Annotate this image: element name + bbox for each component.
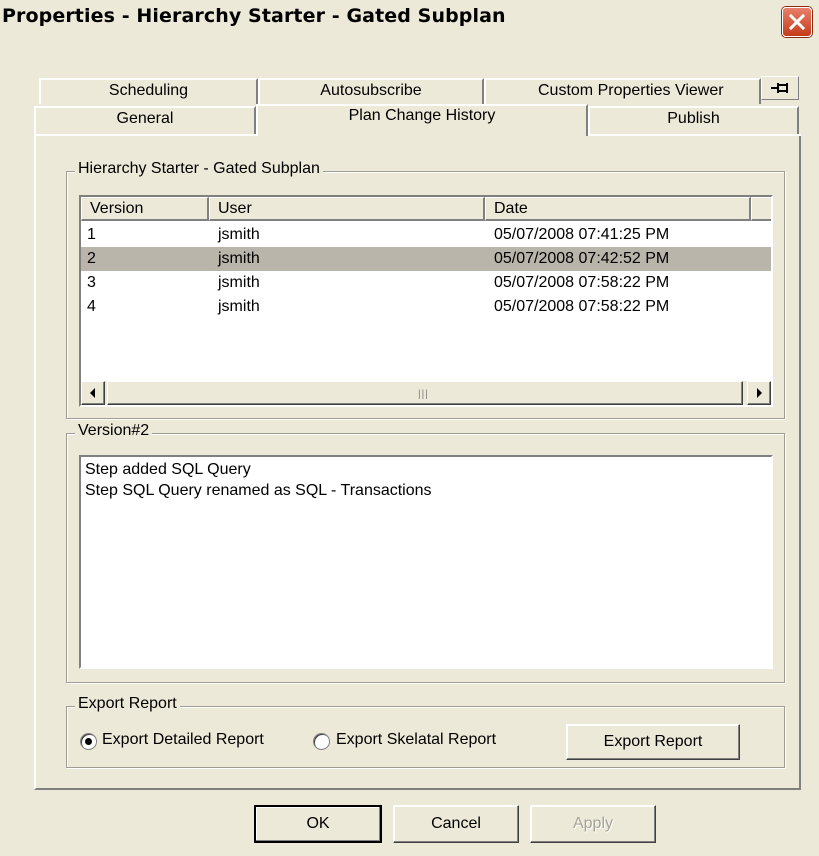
detailed-report-radio[interactable] bbox=[80, 733, 97, 750]
cell-user: jsmith bbox=[218, 250, 260, 267]
close-icon bbox=[788, 13, 806, 31]
tab-general[interactable]: General bbox=[34, 106, 256, 134]
skelatal-report-radio[interactable] bbox=[313, 733, 330, 750]
column-header-version[interactable]: Version bbox=[81, 197, 209, 221]
change-line: Step added SQL Query bbox=[85, 461, 251, 478]
ok-button[interactable]: OK bbox=[254, 805, 382, 843]
export-group-label: Export Report bbox=[75, 695, 180, 713]
version-list[interactable]: Version User Date 1 jsmith 05/07/2008 07… bbox=[79, 195, 773, 407]
tab-label: Plan Change History bbox=[348, 107, 496, 124]
scroll-thumb[interactable]: ||| bbox=[107, 381, 743, 405]
pin-icon bbox=[771, 83, 788, 93]
properties-dialog: Properties - Hierarchy Starter - Gated S… bbox=[0, 0, 819, 856]
column-header-filler bbox=[751, 197, 771, 221]
table-row[interactable]: 3 jsmith 05/07/2008 07:58:22 PM bbox=[81, 271, 771, 295]
pin-button[interactable] bbox=[761, 76, 799, 100]
apply-button[interactable]: Apply bbox=[530, 805, 656, 843]
cell-user: jsmith bbox=[218, 298, 260, 315]
column-header-user[interactable]: User bbox=[209, 197, 485, 221]
tab-label: General bbox=[116, 110, 174, 127]
tab-publish[interactable]: Publish bbox=[588, 106, 799, 134]
tab-label: Publish bbox=[667, 110, 720, 127]
tab-autosubscribe[interactable]: Autosubscribe bbox=[258, 78, 484, 104]
tab-plan-change-history[interactable]: Plan Change History bbox=[256, 104, 588, 136]
cell-date: 05/07/2008 07:58:22 PM bbox=[494, 274, 670, 291]
cell-version: 4 bbox=[87, 298, 96, 315]
close-button[interactable] bbox=[782, 7, 812, 37]
cell-version: 2 bbox=[87, 250, 96, 267]
cell-user: jsmith bbox=[218, 226, 260, 243]
tab-custom-properties-viewer[interactable]: Custom Properties Viewer bbox=[484, 78, 761, 104]
horizontal-scrollbar[interactable]: ||| bbox=[81, 381, 771, 405]
detailed-report-label[interactable]: Export Detailed Report bbox=[102, 731, 264, 749]
cell-version: 1 bbox=[87, 226, 96, 243]
scroll-left-button[interactable] bbox=[81, 381, 105, 405]
change-line: Step SQL Query renamed as SQL - Transact… bbox=[85, 482, 432, 499]
cell-date: 05/07/2008 07:58:22 PM bbox=[494, 298, 670, 315]
tab-scheduling[interactable]: Scheduling bbox=[39, 78, 258, 104]
column-header-date[interactable]: Date bbox=[485, 197, 751, 221]
scroll-right-button[interactable] bbox=[747, 381, 771, 405]
change-details-text[interactable]: Step added SQL Query Step SQL Query rena… bbox=[79, 455, 773, 669]
history-group-label: Hierarchy Starter - Gated Subplan bbox=[75, 160, 323, 178]
tab-label: Autosubscribe bbox=[320, 82, 422, 99]
tab-label: Custom Properties Viewer bbox=[538, 82, 724, 99]
version-group-label: Version#2 bbox=[75, 422, 153, 440]
scroll-left-icon bbox=[90, 388, 95, 398]
skelatal-report-label[interactable]: Export Skelatal Report bbox=[336, 731, 496, 749]
table-row[interactable]: 2 jsmith 05/07/2008 07:42:52 PM bbox=[81, 247, 771, 271]
cell-date: 05/07/2008 07:42:52 PM bbox=[494, 250, 670, 267]
export-report-button[interactable]: Export Report bbox=[566, 724, 740, 760]
cell-date: 05/07/2008 07:41:25 PM bbox=[494, 226, 670, 243]
table-row[interactable]: 4 jsmith 05/07/2008 07:58:22 PM bbox=[81, 295, 771, 319]
window-title: Properties - Hierarchy Starter - Gated S… bbox=[2, 5, 506, 27]
cell-version: 3 bbox=[87, 274, 96, 291]
table-row[interactable]: 1 jsmith 05/07/2008 07:41:25 PM bbox=[81, 223, 771, 247]
scroll-right-icon bbox=[757, 388, 762, 398]
cell-user: jsmith bbox=[218, 274, 260, 291]
tab-label: Scheduling bbox=[108, 82, 189, 99]
cancel-button[interactable]: Cancel bbox=[393, 805, 519, 843]
title-bar[interactable]: Properties - Hierarchy Starter - Gated S… bbox=[0, 0, 819, 44]
